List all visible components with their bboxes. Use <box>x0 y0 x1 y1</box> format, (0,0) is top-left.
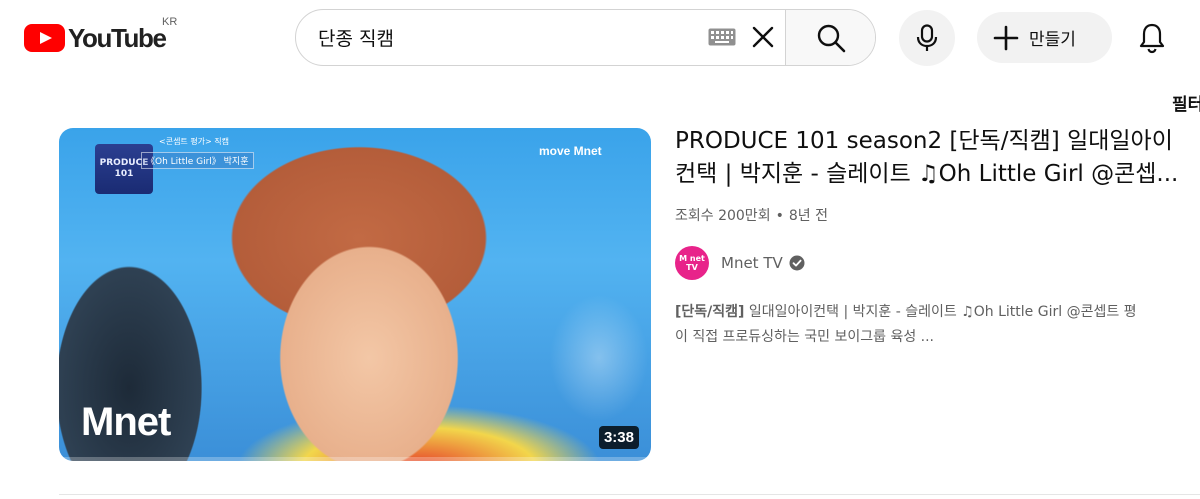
mnet-logo-text: Mnet <box>81 400 171 444</box>
microphone-icon <box>916 24 938 51</box>
description-line-1-text: 일대일아이컨택 | 박지훈 - 슬레이트 ♫Oh Little Girl @콘셉… <box>744 304 1137 320</box>
video-description: [단독/직캠] 일대일아이컨택 | 박지훈 - 슬레이트 ♫Oh Little … <box>675 300 1200 350</box>
notifications-button[interactable] <box>1128 14 1176 62</box>
search-icon <box>817 24 845 52</box>
thumbnail-watermark: move Mnet <box>539 144 602 158</box>
filter-button[interactable]: 필터 <box>1172 90 1200 115</box>
thumbnail-caption-song: 《Oh Little Girl》 박지훈 <box>141 152 254 169</box>
video-metadata: 조회수 200만회 • 8년 전 <box>675 205 828 225</box>
channel-info[interactable]: M net TV Mnet TV <box>675 246 805 280</box>
search-button[interactable] <box>785 10 875 65</box>
youtube-logo[interactable]: YouTube <box>24 23 167 53</box>
description-highlight: [단독/직캠] <box>675 304 745 320</box>
channel-name[interactable]: Mnet TV <box>721 254 783 272</box>
thumbnail-caption-top: <콘셉트 평가> 직캠 <box>159 137 230 146</box>
search-input[interactable] <box>318 26 698 49</box>
video-title-line-1: PRODUCE 101 season2 [단독/직캠] 일대일아이 <box>675 128 1173 154</box>
description-line-2: 이 직접 프로듀싱하는 국민 보이그룹 육성 ... <box>675 329 935 345</box>
separator-dot: • <box>775 208 784 224</box>
upload-age: 8년 전 <box>788 208 828 224</box>
video-thumbnail[interactable]: PRODUCE 101 <콘셉트 평가> 직캠 《Oh Little Girl》… <box>59 128 651 461</box>
masthead: YouTube KR 단종 직캠 만들기 <box>0 0 1200 76</box>
duration-badge: 3:38 <box>598 426 639 449</box>
clear-icon[interactable] <box>748 22 778 52</box>
voice-search-button[interactable] <box>899 10 955 66</box>
create-button[interactable]: 만들기 <box>977 12 1112 63</box>
logo-text: YouTube <box>68 23 167 53</box>
description-line-1: [단독/직캠] 일대일아이컨택 | 박지훈 - 슬레이트 ♫Oh Little … <box>675 300 1200 325</box>
plus-icon <box>993 25 1019 50</box>
youtube-play-icon <box>24 24 65 52</box>
video-title[interactable]: PRODUCE 101 season2 [단독/직캠] 일대일아이 컨택 | 박… <box>675 125 1200 191</box>
create-label: 만들기 <box>1029 30 1076 50</box>
search-input-wrap <box>296 10 785 65</box>
search-box <box>295 9 876 66</box>
verified-badge-icon <box>789 255 805 271</box>
keyboard-icon[interactable] <box>708 28 736 46</box>
bell-icon <box>1139 23 1165 54</box>
result-divider <box>59 494 1200 495</box>
thumbnail-progress <box>59 457 651 461</box>
mnet-logo: Mnet <box>81 400 171 445</box>
view-count: 조회수 200만회 <box>675 208 771 224</box>
channel-avatar[interactable]: M net TV <box>675 246 709 280</box>
video-title-line-2: 컨택 | 박지훈 - 슬레이트 ♫Oh Little Girl @콘셉... <box>675 161 1179 187</box>
country-code: KR <box>162 16 178 28</box>
